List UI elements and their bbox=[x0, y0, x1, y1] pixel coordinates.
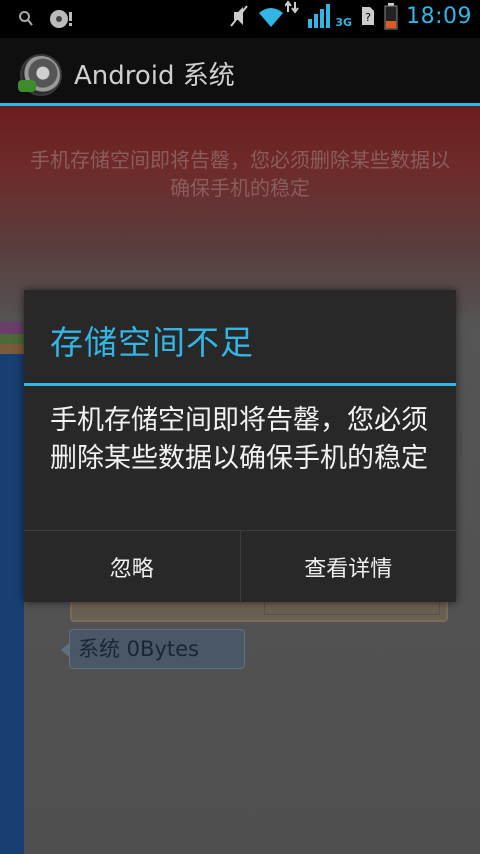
storage-usage-bar bbox=[0, 322, 24, 854]
wifi-icon bbox=[259, 8, 284, 27]
storage-warning-text: 手机存储空间即将告罄，您必须删除某些数据以确保手机的稳定 bbox=[30, 148, 450, 200]
network-type-label: 3G bbox=[335, 15, 353, 29]
mute-icon bbox=[230, 5, 249, 27]
dialog-title: 存储空间不足 bbox=[50, 323, 254, 362]
usage-segment bbox=[0, 322, 24, 334]
svg-text:?: ? bbox=[365, 11, 371, 24]
usage-segment bbox=[0, 344, 24, 354]
dialog-button-bar: 忽略 查看详情 bbox=[24, 530, 456, 603]
battery-icon bbox=[384, 3, 398, 30]
search-icon bbox=[19, 11, 33, 26]
dialog-divider bbox=[24, 383, 456, 386]
signal-icon bbox=[308, 4, 331, 28]
action-bar: Android 系统 bbox=[0, 38, 480, 106]
status-bar: 3G ? 18:09 bbox=[0, 0, 480, 38]
system-size-tooltip: 系统 0Bytes bbox=[61, 629, 245, 669]
disk-icon bbox=[50, 10, 72, 28]
data-arrows-icon bbox=[285, 0, 300, 14]
usage-segment bbox=[0, 334, 24, 344]
ignore-button[interactable]: 忽略 bbox=[24, 531, 240, 603]
app-title: Android 系统 bbox=[74, 61, 235, 91]
dialog-message: 手机存储空间即将告罄，您必须删除某些数据以确保手机的稳定 bbox=[50, 405, 428, 474]
status-time: 18:09 bbox=[406, 3, 472, 29]
status-bar-right: 3G ? 18:09 bbox=[229, 0, 472, 30]
low-storage-dialog: 存储空间不足 手机存储空间即将告罄，您必须删除某些数据以确保手机的稳定 忽略 查… bbox=[24, 290, 456, 603]
view-details-button[interactable]: 查看详情 bbox=[239, 531, 457, 603]
unknown-sim-icon: ? bbox=[362, 7, 375, 25]
status-bar-left bbox=[18, 8, 74, 30]
storage-disk-icon[interactable] bbox=[18, 54, 62, 96]
